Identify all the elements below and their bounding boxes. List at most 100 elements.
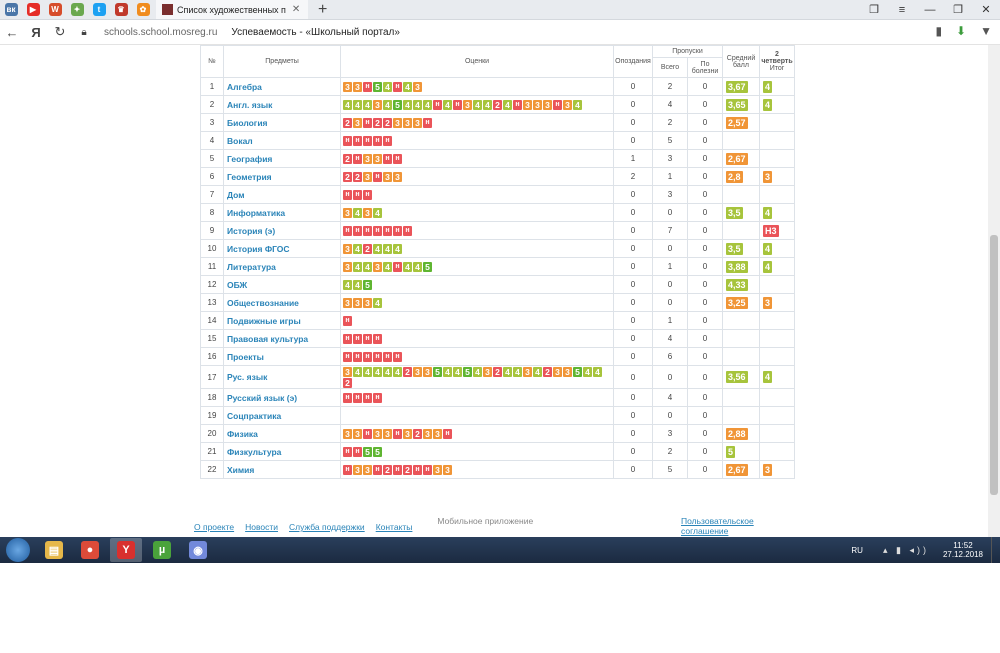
grade-badge[interactable]: 3 (353, 428, 362, 439)
grade-badge[interactable]: н (363, 333, 372, 344)
grade-badge[interactable]: 5 (373, 446, 382, 457)
footer-link-agreement[interactable]: Пользовательское соглашение (681, 516, 783, 536)
grade-badge[interactable]: 2 (493, 366, 502, 377)
grade-badge[interactable]: 2 (363, 243, 372, 254)
subject-cell[interactable]: Дом (223, 185, 341, 204)
grade-badge[interactable]: н (393, 428, 402, 439)
lock-icon[interactable]: 🔒︎ (72, 27, 96, 38)
grade-badge[interactable]: 4 (363, 99, 372, 110)
grade-badge[interactable]: 4 (593, 366, 602, 377)
grade-badge[interactable]: 3 (363, 171, 372, 182)
grade-badge[interactable]: н (393, 351, 402, 362)
bookmarks-icon[interactable]: ❐ (860, 0, 888, 19)
grade-badge[interactable]: н (373, 225, 382, 236)
grade-badge[interactable]: н (353, 225, 362, 236)
grade-badge[interactable]: 2 (403, 366, 412, 377)
grade-badge[interactable]: н (353, 153, 362, 164)
pinned-tab[interactable]: ✿ (132, 0, 154, 19)
show-desktop-button[interactable] (991, 537, 1000, 563)
grade-badge[interactable]: 4 (383, 366, 392, 377)
grade-badge[interactable]: н (363, 392, 372, 403)
grade-badge[interactable]: 2 (353, 171, 362, 182)
grade-badge[interactable]: 5 (573, 366, 582, 377)
grade-badge[interactable]: 4 (343, 279, 352, 290)
grade-badge[interactable]: 4 (353, 366, 362, 377)
grade-badge[interactable]: н (373, 171, 382, 182)
grade-badge[interactable]: 3 (343, 428, 352, 439)
pinned-tab[interactable]: ✦ (66, 0, 88, 19)
grade-badge[interactable]: 3 (343, 243, 352, 254)
downloads-icon[interactable]: ⬇ (956, 24, 966, 38)
grade-badge[interactable]: 3 (363, 207, 372, 218)
grade-badge[interactable]: 4 (373, 243, 382, 254)
grade-badge[interactable]: 3 (383, 171, 392, 182)
grade-badge[interactable]: н (423, 464, 432, 475)
grade-badge[interactable]: 4 (363, 261, 372, 272)
pinned-tab[interactable]: t (88, 0, 110, 19)
grade-badge[interactable]: 3 (423, 428, 432, 439)
mobile-app-label[interactable]: Мобильное приложение (437, 516, 533, 532)
grade-badge[interactable]: 4 (393, 243, 402, 254)
subject-cell[interactable]: Информатика (223, 203, 341, 222)
grade-badge[interactable]: н (403, 225, 412, 236)
grade-badge[interactable]: 3 (523, 366, 532, 377)
subject-cell[interactable]: Геометрия (223, 167, 341, 186)
grade-badge[interactable]: н (363, 351, 372, 362)
footer-link-support[interactable]: Служба поддержки (289, 522, 365, 532)
grade-badge[interactable]: н (513, 99, 522, 110)
grade-badge[interactable]: н (343, 351, 352, 362)
grade-badge[interactable]: н (353, 351, 362, 362)
grade-badge[interactable]: н (443, 428, 452, 439)
grade-badge[interactable]: 5 (363, 279, 372, 290)
grade-badge[interactable]: 4 (413, 99, 422, 110)
extension-icon[interactable]: ▼ (980, 24, 992, 38)
grade-badge[interactable]: н (373, 392, 382, 403)
grade-badge[interactable]: 2 (383, 117, 392, 128)
grade-badge[interactable]: н (343, 464, 352, 475)
grade-badge[interactable]: н (383, 225, 392, 236)
grade-badge[interactable]: 3 (463, 99, 472, 110)
pinned-tab[interactable]: вк (0, 0, 22, 19)
grade-badge[interactable]: 4 (573, 99, 582, 110)
grade-badge[interactable]: 5 (463, 366, 472, 377)
grade-badge[interactable]: 4 (383, 243, 392, 254)
grade-badge[interactable]: н (373, 351, 382, 362)
language-indicator[interactable]: RU (851, 546, 863, 555)
grade-badge[interactable]: н (393, 225, 402, 236)
grade-badge[interactable]: 2 (343, 377, 352, 388)
subject-cell[interactable]: Рус. язык (223, 365, 341, 389)
subject-cell[interactable]: История (э) (223, 221, 341, 240)
grade-badge[interactable]: н (413, 464, 422, 475)
grade-badge[interactable]: 3 (373, 99, 382, 110)
grade-badge[interactable]: н (343, 225, 352, 236)
grade-badge[interactable]: 3 (413, 366, 422, 377)
grade-badge[interactable]: н (343, 333, 352, 344)
grade-badge[interactable]: 5 (433, 366, 442, 377)
grade-badge[interactable]: 3 (413, 117, 422, 128)
grade-badge[interactable]: 4 (403, 81, 412, 92)
grade-badge[interactable]: 4 (533, 366, 542, 377)
grade-badge[interactable]: 3 (353, 81, 362, 92)
subject-cell[interactable]: Алгебра (223, 77, 341, 96)
maximize-button[interactable]: ❐ (944, 0, 972, 19)
grade-badge[interactable]: 4 (443, 99, 452, 110)
subject-cell[interactable]: Англ. язык (223, 95, 341, 114)
new-tab-button[interactable]: + (318, 1, 327, 19)
grade-badge[interactable]: н (353, 333, 362, 344)
grade-badge[interactable]: 4 (583, 366, 592, 377)
grade-badge[interactable]: 5 (423, 261, 432, 272)
back-arrow-icon[interactable]: ← (0, 25, 24, 40)
footer-link-about[interactable]: О проекте (194, 522, 234, 532)
grade-badge[interactable]: 2 (413, 428, 422, 439)
grade-badge[interactable]: 4 (403, 261, 412, 272)
grade-badge[interactable]: 3 (523, 99, 532, 110)
taskbar-app[interactable]: ◉ (182, 538, 214, 562)
grade-badge[interactable]: н (553, 99, 562, 110)
grade-badge[interactable]: н (363, 117, 372, 128)
grade-badge[interactable]: 3 (343, 207, 352, 218)
grade-badge[interactable]: н (353, 135, 362, 146)
grade-badge[interactable]: 3 (533, 99, 542, 110)
subject-cell[interactable]: История ФГОС (223, 239, 341, 258)
subject-cell[interactable]: ОБЖ (223, 275, 341, 294)
grade-badge[interactable]: н (393, 153, 402, 164)
